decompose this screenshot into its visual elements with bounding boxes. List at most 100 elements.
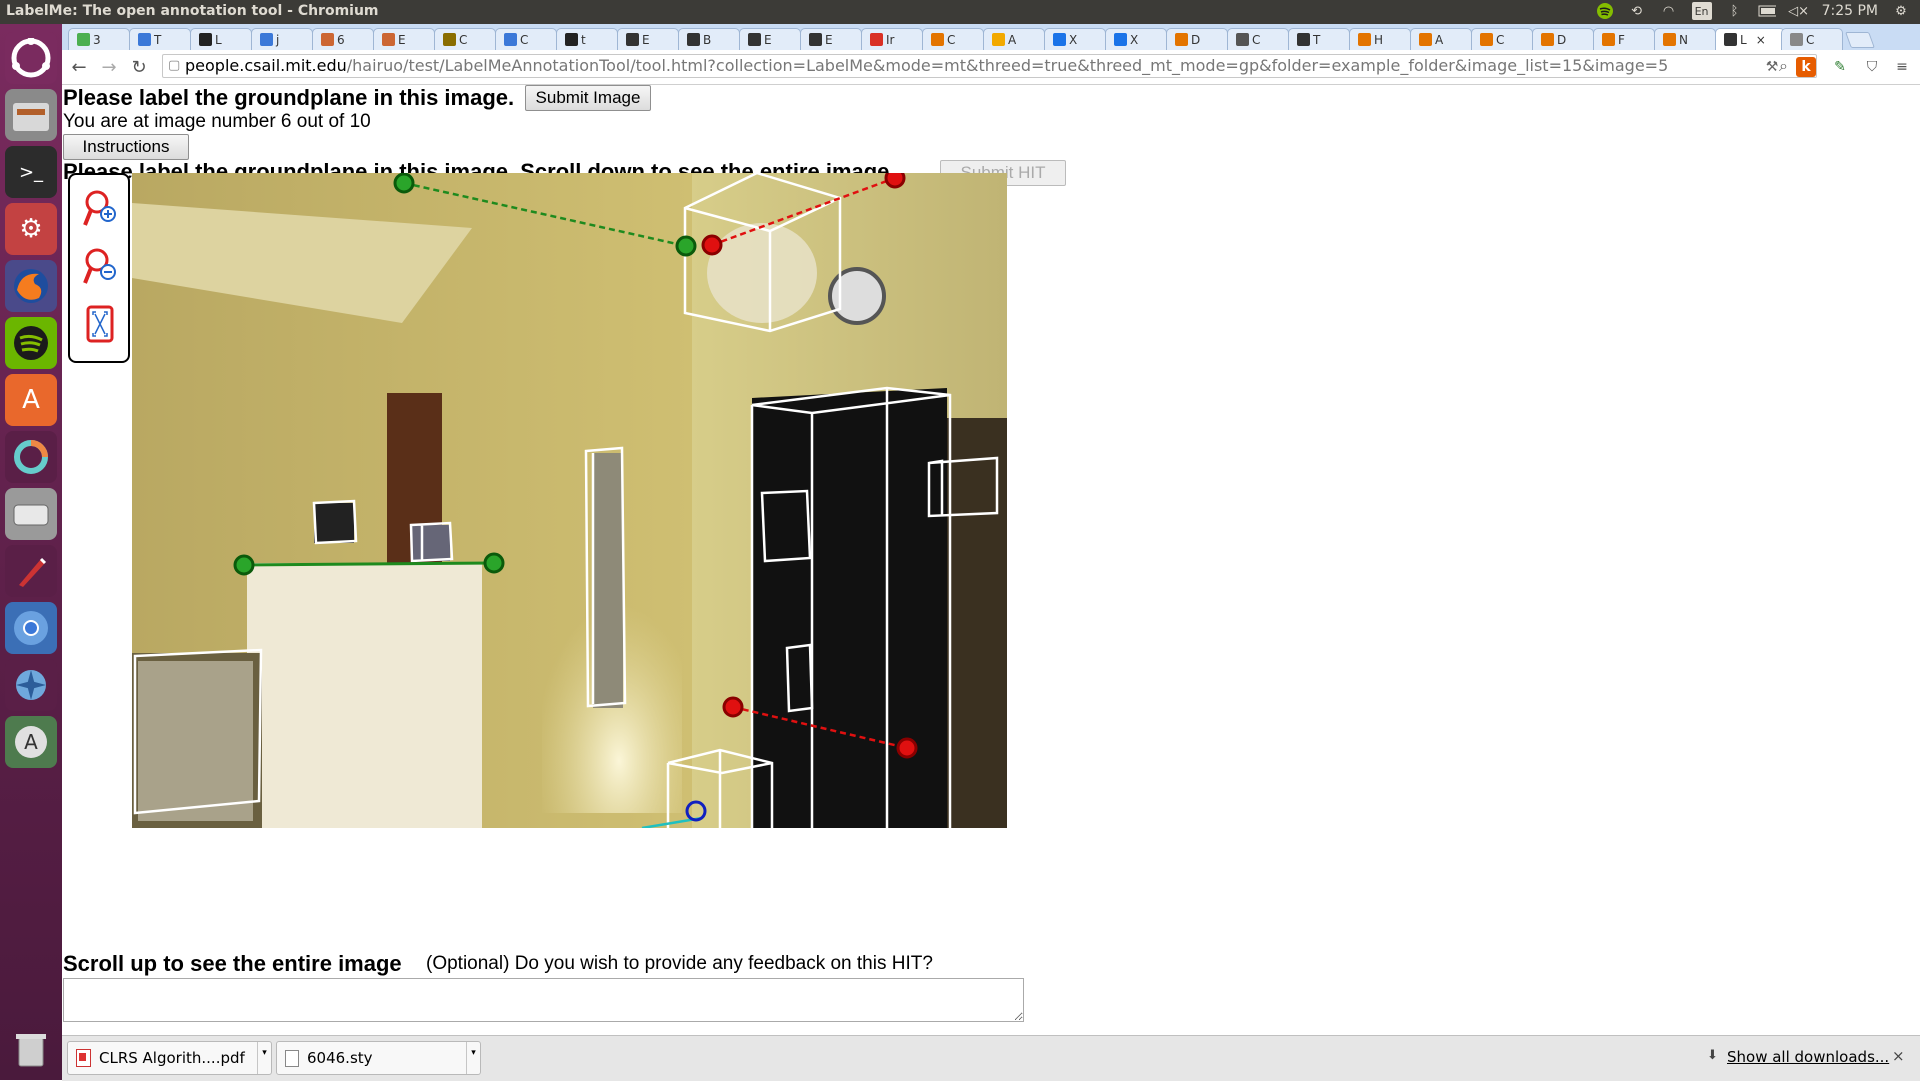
menu-icon[interactable]: ≡	[1892, 57, 1912, 77]
feedback-textarea[interactable]	[63, 978, 1024, 1022]
adblock-extension-icon[interactable]: ✎	[1830, 57, 1850, 77]
disk-icon[interactable]	[5, 488, 57, 540]
firefox-icon[interactable]	[5, 260, 57, 312]
browser-tab[interactable]: C	[1781, 28, 1843, 50]
system-settings-icon[interactable]: ⚙	[5, 203, 57, 255]
green-control-point[interactable]	[675, 235, 697, 257]
browser-tab[interactable]: C	[922, 28, 984, 50]
red-control-point[interactable]	[884, 173, 906, 189]
terminal-icon[interactable]: >_	[5, 146, 57, 198]
reload-icon[interactable]: ↻	[128, 56, 150, 78]
software-center-icon[interactable]: A	[5, 374, 57, 426]
browser-tab[interactable]: 3	[68, 28, 130, 50]
instructions-button[interactable]: Instructions	[63, 134, 189, 160]
download-item[interactable]: 6046.sty ▾	[276, 1041, 481, 1075]
browser-tab[interactable]: A	[983, 28, 1045, 50]
address-bar[interactable]: ▢ people.csail.mit.edu/hairuo/test/Label…	[162, 54, 1817, 78]
forward-arrow-icon[interactable]: →	[98, 56, 120, 78]
tab-favicon-icon	[1175, 33, 1188, 46]
extension-tool-icon[interactable]: ⚒	[1762, 57, 1782, 77]
browser-tab[interactable]: D	[1532, 28, 1594, 50]
tab-favicon-icon	[1724, 33, 1737, 46]
tab-favicon-icon	[626, 33, 639, 46]
browser-tab[interactable]: X	[1044, 28, 1106, 50]
shutter-icon[interactable]	[5, 659, 57, 711]
chevron-down-icon[interactable]: ▾	[257, 1042, 271, 1074]
trash-icon[interactable]	[5, 1022, 57, 1074]
bluetooth-icon[interactable]: ᛒ	[1726, 2, 1744, 20]
tab-favicon-icon	[687, 33, 700, 46]
show-all-downloads-link[interactable]: Show all downloads...	[1727, 1048, 1889, 1066]
browser-tab[interactable]: C	[434, 28, 496, 50]
browser-tab[interactable]: E	[373, 28, 435, 50]
tab-label: L	[1740, 32, 1747, 47]
tab-favicon-icon	[1419, 33, 1432, 46]
tab-label: B	[703, 32, 712, 47]
browser-tab[interactable]: C	[1471, 28, 1533, 50]
pocket-extension-icon[interactable]: ⛉	[1862, 57, 1882, 77]
red-control-point[interactable]	[896, 737, 918, 759]
back-arrow-icon[interactable]: ←	[68, 56, 90, 78]
browser-tab[interactable]: F	[1593, 28, 1655, 50]
spotify-tray-icon[interactable]	[1596, 2, 1614, 20]
browser-tab[interactable]: E	[617, 28, 679, 50]
browser-tab[interactable]: H	[1349, 28, 1411, 50]
fit-image-icon[interactable]	[82, 303, 118, 347]
browser-tab[interactable]: j	[251, 28, 313, 50]
tab-favicon-icon	[138, 33, 151, 46]
browser-tab[interactable]: L ×	[1715, 28, 1785, 50]
battery-icon[interactable]	[1758, 2, 1776, 20]
tab-label: L	[215, 32, 222, 47]
spotify-icon[interactable]	[5, 317, 57, 369]
red-control-point[interactable]	[701, 234, 723, 256]
red-control-point[interactable]	[722, 696, 744, 718]
browser-tab[interactable]: C	[495, 28, 557, 50]
address-host: people.csail.mit.edu	[185, 56, 347, 75]
browser-tab[interactable]: L	[190, 28, 252, 50]
browser-tab[interactable]: A	[1410, 28, 1472, 50]
close-icon[interactable]: ×	[1892, 1047, 1905, 1065]
chevron-down-icon[interactable]: ▾	[466, 1042, 480, 1074]
tab-close-icon[interactable]: ×	[1756, 33, 1766, 47]
browser-tab[interactable]: t	[556, 28, 618, 50]
browser-tab[interactable]: E	[739, 28, 801, 50]
submit-image-button[interactable]: Submit Image	[525, 85, 651, 111]
tab-favicon-icon	[1602, 33, 1615, 46]
zoom-in-icon[interactable]	[82, 187, 118, 231]
files-icon[interactable]	[5, 89, 57, 141]
clock[interactable]: 7:25 PM	[1822, 3, 1878, 19]
ubuntu-dash-icon[interactable]	[5, 32, 57, 84]
green-control-point[interactable]	[233, 554, 255, 576]
browser-tab[interactable]: X	[1105, 28, 1167, 50]
tab-favicon-icon	[1790, 33, 1803, 46]
zoom-out-icon[interactable]	[82, 245, 118, 289]
k-extension-icon[interactable]: k	[1796, 57, 1816, 77]
download-item[interactable]: CLRS Algorith....pdf ▾	[67, 1041, 272, 1075]
page-heading: Please label the groundplane in this ima…	[63, 85, 515, 110]
browser-tab[interactable]: T	[1288, 28, 1350, 50]
browser-tab[interactable]: B	[678, 28, 740, 50]
software-updater-icon[interactable]: A	[5, 716, 57, 768]
sync-icon[interactable]: ⟲	[1628, 2, 1646, 20]
new-tab-button[interactable]	[1845, 32, 1875, 48]
wifi-icon[interactable]: ◠	[1660, 2, 1678, 20]
green-control-point[interactable]	[483, 552, 505, 574]
browser-tab[interactable]: N	[1654, 28, 1716, 50]
tab-favicon-icon	[870, 33, 883, 46]
chromium-icon[interactable]	[5, 602, 57, 654]
volume-icon[interactable]: ◁×	[1788, 2, 1809, 20]
browser-tab[interactable]: D	[1166, 28, 1228, 50]
browser-tab[interactable]: Ir	[861, 28, 923, 50]
tab-favicon-icon	[1358, 33, 1371, 46]
groundplane-line-counter[interactable]	[243, 561, 495, 567]
keyboard-layout-indicator[interactable]: En	[1691, 2, 1712, 20]
browser-tab[interactable]: T	[129, 28, 191, 50]
settings-gear-icon[interactable]: ⚙	[1892, 2, 1910, 20]
texstudio-icon[interactable]	[5, 545, 57, 597]
annotation-canvas[interactable]	[132, 173, 1007, 828]
unity-tweak-icon[interactable]	[5, 431, 57, 483]
browser-tab[interactable]: E	[800, 28, 862, 50]
browser-tab[interactable]: C	[1227, 28, 1289, 50]
green-control-point[interactable]	[393, 173, 415, 194]
browser-tab[interactable]: 6	[312, 28, 374, 50]
